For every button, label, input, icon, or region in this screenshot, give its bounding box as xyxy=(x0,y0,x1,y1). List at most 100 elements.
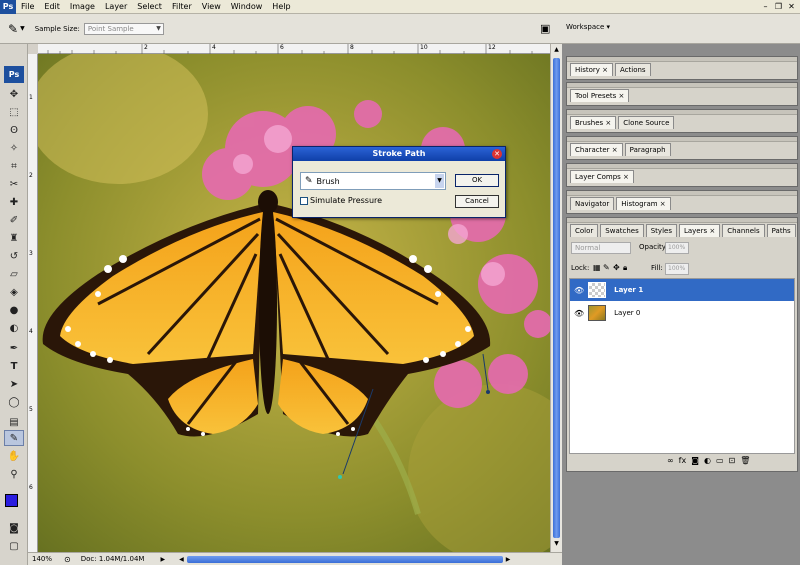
tool-preset-chevron-icon[interactable]: ▼ xyxy=(20,25,25,32)
menu-image[interactable]: Image xyxy=(65,0,100,14)
menu-help[interactable]: Help xyxy=(267,0,295,14)
menu-view[interactable]: View xyxy=(197,0,226,14)
brush-tool-icon[interactable]: ✐ xyxy=(4,212,24,228)
foreground-color-swatch[interactable] xyxy=(5,494,18,507)
close-icon[interactable]: ✕ xyxy=(786,1,797,12)
delete-layer-icon[interactable]: 🗑︎ xyxy=(740,456,750,465)
blur-tool-icon[interactable]: ● xyxy=(4,302,24,318)
clone-stamp-tool-icon[interactable]: ♜ xyxy=(4,230,24,246)
layers-list: 👁︎ Layer 1 👁︎ Layer 0 xyxy=(569,278,795,454)
palette-well-icon[interactable]: ▣ xyxy=(540,22,550,35)
path-selection-tool-icon[interactable]: ➤ xyxy=(4,376,24,392)
scroll-left-icon[interactable]: ◀ xyxy=(179,556,184,563)
document-canvas[interactable] xyxy=(38,54,550,552)
notes-tool-icon[interactable]: ▤ xyxy=(4,414,24,430)
lock-position-icon[interactable]: ✥ xyxy=(613,263,620,272)
tab-channels[interactable]: Channels xyxy=(722,224,765,237)
screen-mode-icon[interactable]: ▢ xyxy=(4,538,24,554)
tab-swatches[interactable]: Swatches xyxy=(600,224,644,237)
layer-row-layer-0[interactable]: 👁︎ Layer 0 xyxy=(570,302,794,324)
move-tool-icon[interactable]: ✥ xyxy=(4,86,24,102)
vertical-scroll-thumb[interactable] xyxy=(553,58,560,538)
quick-mask-icon[interactable]: ◙ xyxy=(4,520,24,536)
tab-tool-presets[interactable]: Tool Presets × xyxy=(570,89,630,102)
vertical-scrollbar[interactable]: ▲ ▼ xyxy=(550,44,562,552)
tab-history[interactable]: History × xyxy=(570,63,613,76)
opacity-label: Opacity: xyxy=(639,243,668,251)
eraser-tool-icon[interactable]: ▱ xyxy=(4,266,24,282)
zoom-tool-icon[interactable]: ⚲ xyxy=(4,466,24,482)
marquee-tool-icon[interactable]: ⬚ xyxy=(4,104,24,120)
sample-size-select[interactable]: Point Sample ▼ xyxy=(83,22,164,35)
lock-all-icon[interactable]: 🔒︎ xyxy=(623,263,627,273)
pen-tool-icon[interactable]: ✒ xyxy=(4,340,24,356)
status-menu-icon[interactable]: ▶ xyxy=(160,556,165,563)
lock-image-icon[interactable]: ✎ xyxy=(603,263,610,272)
visibility-eye-icon[interactable]: 👁︎ xyxy=(574,286,584,295)
sample-size-label: Sample Size: xyxy=(34,24,80,33)
menu-layer[interactable]: Layer xyxy=(100,0,132,14)
layer-mask-icon[interactable]: ◙ xyxy=(691,456,699,465)
tab-styles[interactable]: Styles xyxy=(645,224,677,237)
menu-window[interactable]: Window xyxy=(226,0,268,14)
tab-character[interactable]: Character × xyxy=(570,143,623,156)
fill-input[interactable]: 100% xyxy=(665,263,689,275)
menu-edit[interactable]: Edit xyxy=(39,0,65,14)
eyedropper-tool-icon-active[interactable]: ✎ xyxy=(4,430,24,446)
hand-tool-icon[interactable]: ✋ xyxy=(4,448,24,464)
tab-paragraph[interactable]: Paragraph xyxy=(624,143,671,156)
lock-transparent-icon[interactable]: ▦ xyxy=(593,263,601,272)
blend-mode-select[interactable]: Normal xyxy=(571,242,631,254)
visibility-eye-icon[interactable]: 👁︎ xyxy=(574,309,584,318)
new-group-icon[interactable]: ▭ xyxy=(716,456,724,465)
opacity-input[interactable]: 100% xyxy=(665,242,689,254)
eyedropper-tool-icon[interactable]: ✎ xyxy=(8,22,18,36)
scroll-right-icon[interactable]: ▶ xyxy=(506,556,511,563)
menu-file[interactable]: File xyxy=(16,0,39,14)
dodge-tool-icon[interactable]: ◐ xyxy=(4,320,24,336)
tab-layers[interactable]: Layers × xyxy=(678,224,721,237)
dialog-close-icon[interactable]: ✕ xyxy=(492,149,502,159)
restore-icon[interactable]: ❐ xyxy=(773,1,784,12)
tab-label: Navigator xyxy=(575,200,610,208)
menu-filter[interactable]: Filter xyxy=(167,0,197,14)
tab-brushes[interactable]: Brushes × xyxy=(570,116,617,129)
tab-navigator[interactable]: Navigator xyxy=(570,197,615,210)
simulate-pressure-checkbox[interactable] xyxy=(300,196,308,205)
tab-label: Styles xyxy=(650,227,672,235)
minimize-icon[interactable]: – xyxy=(760,1,771,12)
lasso-tool-icon[interactable]: ʘ xyxy=(4,122,24,138)
scroll-down-icon[interactable]: ▼ xyxy=(552,540,561,550)
adjustment-layer-icon[interactable]: ◐ xyxy=(704,456,711,465)
menu-select[interactable]: Select xyxy=(132,0,167,14)
layer-style-icon[interactable]: fx xyxy=(679,456,687,465)
crop-tool-icon[interactable]: ⌗ xyxy=(4,158,24,174)
tab-color[interactable]: Color xyxy=(570,224,599,237)
tab-actions[interactable]: Actions xyxy=(615,63,651,76)
healing-brush-tool-icon[interactable]: ✚ xyxy=(4,194,24,210)
link-layers-icon[interactable]: ∞ xyxy=(667,456,674,465)
tab-histogram[interactable]: Histogram × xyxy=(616,197,671,210)
zoom-level[interactable]: 140% xyxy=(32,555,52,563)
horizontal-scroll-thumb[interactable] xyxy=(186,555,503,563)
simulate-pressure-option[interactable]: Simulate Pressure xyxy=(300,196,382,205)
cancel-button[interactable]: Cancel xyxy=(455,195,499,208)
paint-bucket-tool-icon[interactable]: ◈ xyxy=(4,284,24,300)
tab-clone-source[interactable]: Clone Source xyxy=(618,116,675,129)
tab-paths[interactable]: Paths xyxy=(766,224,796,237)
shape-tool-icon[interactable]: ◯ xyxy=(4,394,24,410)
layer-row-layer-1[interactable]: 👁︎ Layer 1 xyxy=(570,279,794,301)
magic-wand-tool-icon[interactable]: ✧ xyxy=(4,140,24,156)
ok-button[interactable]: OK xyxy=(455,174,499,187)
history-brush-tool-icon[interactable]: ↺ xyxy=(4,248,24,264)
dialog-title: Stroke Path xyxy=(372,149,426,158)
slice-tool-icon[interactable]: ✂ xyxy=(4,176,24,192)
tab-layer-comps[interactable]: Layer Comps × xyxy=(570,170,634,183)
history-panel-group: History × Actions xyxy=(566,56,798,80)
new-layer-icon[interactable]: ⊡ xyxy=(729,456,736,465)
type-tool-icon[interactable]: T xyxy=(4,358,24,374)
tool-select[interactable]: ✎ Brush ▼ xyxy=(300,172,446,190)
scroll-up-icon[interactable]: ▲ xyxy=(552,46,561,56)
workspace-button[interactable]: Workspace ▾ xyxy=(566,23,610,31)
tab-label: Channels xyxy=(727,227,760,235)
